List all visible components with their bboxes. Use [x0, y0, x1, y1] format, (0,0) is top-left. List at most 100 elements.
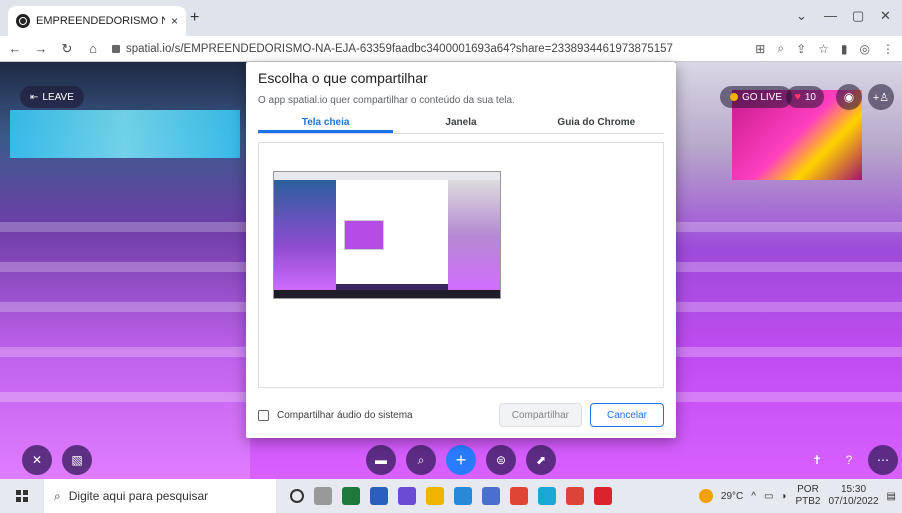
zoom-icon[interactable]: ⌕: [777, 41, 784, 56]
mute-mic-button[interactable]: ✕: [22, 445, 52, 475]
browser-tabstrip: EMPREENDEDORISMO NA EJA | × + ⌄ — ▢ ✕: [0, 0, 902, 36]
tab-guia-do-chrome[interactable]: Guia do Chrome: [529, 114, 664, 133]
taskbar-apps: [290, 487, 612, 505]
camera-button[interactable]: ◉: [836, 84, 862, 110]
upload-button[interactable]: ▬: [366, 445, 396, 475]
clock-time: 15:30: [841, 484, 867, 495]
dialog-footer: Compartilhar áudio do sistema Compartilh…: [258, 402, 664, 428]
help-button[interactable]: ?: [834, 445, 864, 475]
spatial-favicon-icon: [16, 14, 30, 28]
taskbar-search-placeholder: Digite aqui para pesquisar: [68, 489, 209, 503]
search-button[interactable]: ⌕: [406, 445, 436, 475]
share-preview-area: [258, 142, 664, 388]
go-live-button[interactable]: GO LIVE: [719, 86, 792, 108]
upload-icon: ▬: [375, 453, 387, 467]
likes-button[interactable]: ♥ 10: [786, 86, 824, 108]
share-screen-button[interactable]: ⬈: [526, 445, 556, 475]
likes-count: 10: [804, 91, 816, 103]
share-icon[interactable]: ⇪: [796, 42, 806, 56]
address-bar: ← → ↻ ⌂ spatial.io/s/EMPREENDEDORISMO-NA…: [0, 36, 902, 62]
tab-janela[interactable]: Janela: [393, 114, 528, 133]
avatar-pose-button[interactable]: ✝: [802, 445, 832, 475]
teams-icon[interactable]: [454, 487, 472, 505]
close-window-button[interactable]: ✕: [880, 8, 891, 24]
new-tab-button[interactable]: +: [190, 9, 199, 27]
app-s-icon[interactable]: [398, 487, 416, 505]
thumb-taskbar: [274, 290, 500, 298]
tab-search-icon[interactable]: ⌄: [796, 8, 807, 24]
minimize-button[interactable]: —: [824, 8, 837, 23]
dialog-title: Escolha o que compartilhar: [258, 70, 428, 86]
volume-icon[interactable]: ◗: [781, 491, 787, 502]
taskbar-search[interactable]: ⌕ Digite aqui para pesquisar: [44, 479, 276, 513]
share-button[interactable]: Compartilhar: [498, 403, 582, 427]
chrome-profile-icon[interactable]: [566, 487, 584, 505]
start-button[interactable]: [0, 479, 44, 513]
tab-close-icon[interactable]: ×: [171, 14, 178, 28]
notifications-icon[interactable]: ▤: [887, 491, 896, 502]
tab-tela-cheia[interactable]: Tela cheia: [258, 114, 394, 133]
person-icon: ✝: [811, 453, 823, 467]
more-button[interactable]: ⋯: [868, 445, 898, 475]
edge-icon[interactable]: [538, 487, 556, 505]
weather-temp[interactable]: 29°C: [721, 491, 743, 502]
mic-off-icon: ✕: [31, 453, 43, 467]
screen-thumbnail[interactable]: [273, 171, 501, 299]
share-screen-dialog: Escolha o que compartilhar O app spatial…: [246, 62, 676, 438]
chrome-icon[interactable]: [510, 487, 528, 505]
thumb-dialog: [336, 180, 448, 284]
thumb-inner-preview: [344, 220, 384, 250]
forward-arrow-icon[interactable]: →: [34, 41, 48, 56]
audio-checkbox[interactable]: [258, 409, 269, 421]
camera-off-button[interactable]: ▧: [62, 445, 92, 475]
thumb-scene-left: [274, 180, 336, 292]
reload-icon[interactable]: ↻: [60, 41, 74, 57]
cancel-button[interactable]: Cancelar: [589, 403, 664, 427]
weather-icon[interactable]: [698, 489, 713, 503]
search-icon: ⌕: [54, 488, 61, 503]
go-live-label: GO LIVE: [741, 91, 782, 103]
translate-icon[interactable]: ⊞: [755, 42, 765, 56]
home-icon[interactable]: ⌂: [86, 41, 100, 56]
language-indicator[interactable]: POR PTB2: [795, 484, 820, 508]
leave-button[interactable]: ⇤ LEAVE: [20, 86, 84, 108]
maximize-button[interactable]: ▢: [852, 8, 864, 24]
back-arrow-icon[interactable]: ←: [8, 41, 22, 56]
clock[interactable]: 15:30 07/10/2022: [828, 484, 878, 508]
tray-chevron-icon[interactable]: ^: [751, 491, 756, 502]
add-user-icon: +♙: [872, 91, 890, 104]
emoji-button[interactable]: ⊜: [486, 445, 516, 475]
clock-date: 07/10/2022: [828, 496, 879, 507]
excel-icon[interactable]: [342, 487, 360, 505]
heart-icon: ♥: [794, 91, 801, 103]
add-content-button[interactable]: +: [446, 445, 476, 475]
thumb-scene-right: [448, 180, 500, 292]
neon-panel: [10, 110, 240, 158]
thumb-browser-bar: [274, 172, 500, 180]
word-icon[interactable]: [370, 487, 388, 505]
dialog-subtitle: O app spatial.io quer compartilhar o con…: [258, 95, 515, 106]
camera-icon: ◉: [843, 90, 855, 104]
language-label: POR: [797, 484, 819, 495]
sidebar-icon[interactable]: ▮: [841, 42, 848, 56]
search-icon: ⌕: [417, 452, 425, 467]
cortana-icon[interactable]: [290, 489, 304, 503]
dialog-tabs: Tela cheia Janela Guia do Chrome: [258, 114, 664, 134]
emoji-icon: ⊜: [495, 453, 507, 467]
task-view-icon[interactable]: [314, 487, 332, 505]
file-explorer-icon[interactable]: [426, 487, 444, 505]
browser-tab[interactable]: EMPREENDEDORISMO NA EJA | ×: [8, 6, 186, 36]
acrobat-icon[interactable]: [594, 487, 612, 505]
people-icon[interactable]: [482, 487, 500, 505]
system-tray: 29°C ^ ▭ ◗ POR PTB2 15:30 07/10/2022 ▤: [698, 484, 902, 508]
add-user-button[interactable]: +♙: [868, 84, 894, 110]
tab-title: EMPREENDEDORISMO NA EJA |: [36, 15, 165, 27]
url-field[interactable]: spatial.io/s/EMPREENDEDORISMO-NA-EJA-633…: [112, 43, 743, 55]
bookmark-star-icon[interactable]: ☆: [818, 42, 829, 56]
windows-logo-icon: [16, 490, 28, 502]
network-icon[interactable]: ▭: [764, 491, 773, 502]
menu-dots-icon[interactable]: ⋮: [882, 42, 894, 56]
extension-icon[interactable]: ◎: [860, 42, 870, 56]
audio-checkbox-label: Compartilhar áudio do sistema: [277, 409, 413, 421]
more-dots-icon: ⋯: [877, 453, 889, 467]
